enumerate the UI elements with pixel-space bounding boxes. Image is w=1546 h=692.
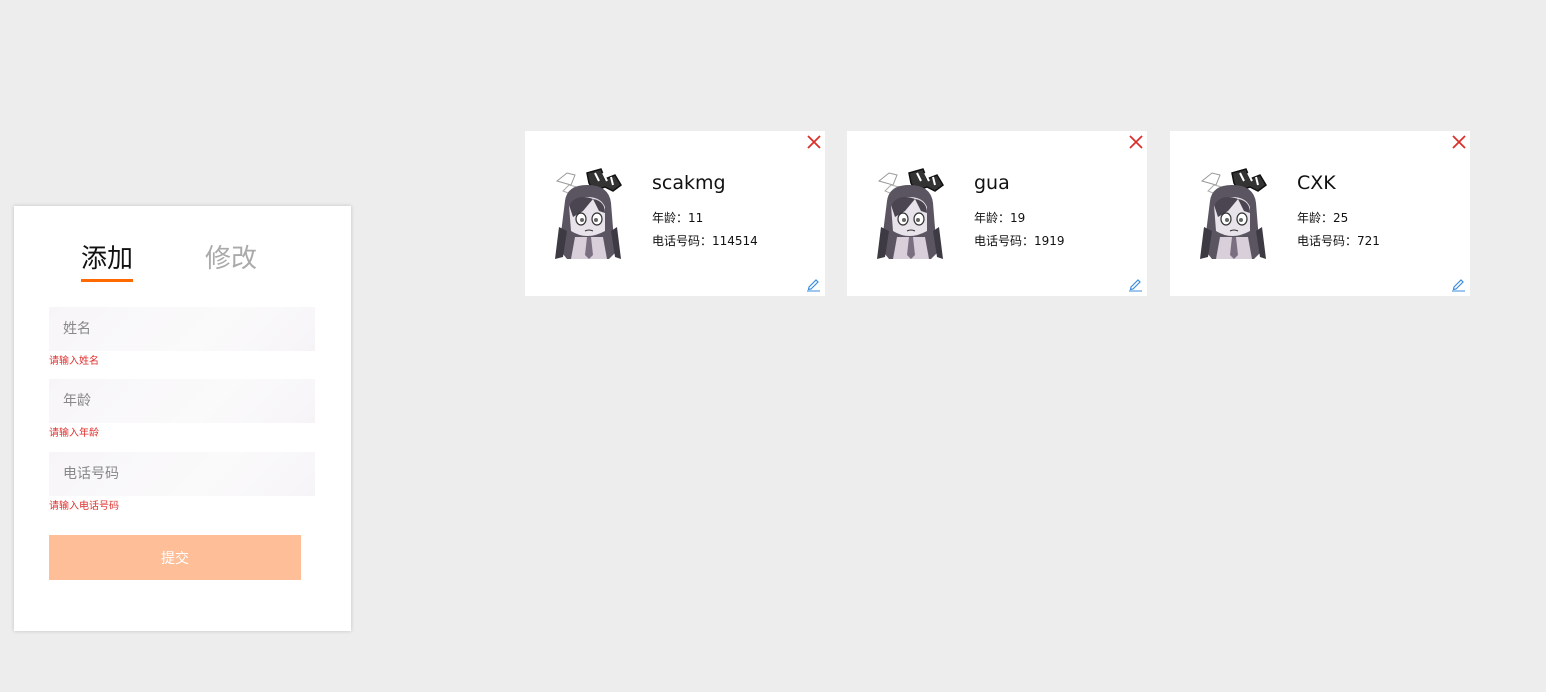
tab-add[interactable]: 添加 bbox=[81, 242, 134, 282]
card-phone: 电话号码：721 bbox=[1297, 234, 1380, 248]
submit-button[interactable]: 提交 bbox=[49, 535, 301, 580]
card-age: 年龄：19 bbox=[974, 211, 1026, 225]
pencil-icon[interactable] bbox=[1451, 277, 1466, 292]
close-icon[interactable] bbox=[806, 134, 822, 150]
avatar-image bbox=[877, 168, 944, 259]
pencil-icon[interactable] bbox=[1128, 277, 1143, 292]
card-phone: 电话号码：1919 bbox=[974, 234, 1065, 248]
person-card: scakmg 年龄：11 电话号码：114514 bbox=[525, 131, 825, 296]
phone-input[interactable] bbox=[49, 452, 315, 496]
card-age: 年龄：11 bbox=[652, 211, 704, 225]
name-input[interactable] bbox=[49, 307, 315, 351]
form-panel: 添加 修改 请输入姓名 请输入年龄 请输入电话号码 提交 bbox=[14, 206, 351, 631]
close-icon[interactable] bbox=[1451, 134, 1467, 150]
name-error: 请输入姓名 bbox=[49, 356, 99, 367]
avatar-image bbox=[555, 168, 622, 259]
pencil-icon[interactable] bbox=[806, 277, 821, 292]
person-card: CXK 年龄：25 电话号码：721 bbox=[1170, 131, 1470, 296]
close-icon[interactable] bbox=[1128, 134, 1144, 150]
card-name: gua bbox=[974, 172, 1010, 194]
age-input[interactable] bbox=[49, 379, 315, 423]
card-name: CXK bbox=[1297, 172, 1336, 194]
card-phone: 电话号码：114514 bbox=[652, 234, 758, 248]
avatar-image bbox=[1200, 168, 1267, 259]
age-error: 请输入年龄 bbox=[49, 428, 99, 439]
tab-edit[interactable]: 修改 bbox=[205, 242, 257, 276]
person-card: gua 年龄：19 电话号码：1919 bbox=[847, 131, 1147, 296]
card-name: scakmg bbox=[652, 172, 726, 194]
card-age: 年龄：25 bbox=[1297, 211, 1349, 225]
phone-error: 请输入电话号码 bbox=[49, 501, 119, 512]
